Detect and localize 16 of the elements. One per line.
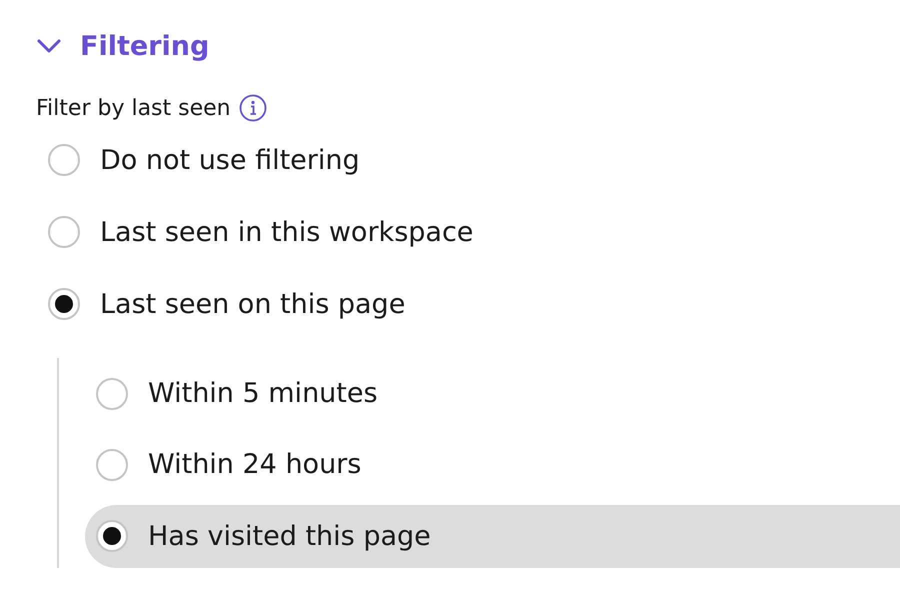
radio-option[interactable]: Last seen on this page <box>36 268 900 340</box>
info-icon[interactable] <box>238 94 267 122</box>
radio-button[interactable] <box>48 288 80 320</box>
radio-option[interactable]: Within 5 minutes <box>59 358 900 430</box>
radio-button[interactable] <box>96 448 128 481</box>
radio-option[interactable]: Within 24 hours <box>59 429 900 501</box>
radio-option[interactable]: Has visited this page <box>85 504 900 568</box>
radio-button[interactable] <box>96 378 128 410</box>
section-header[interactable]: Filtering <box>36 22 210 70</box>
radio-button[interactable] <box>48 216 80 248</box>
filter-label: Filter by last seen <box>36 96 231 120</box>
radio-button[interactable] <box>96 520 128 552</box>
chevron-icon <box>36 38 62 54</box>
radio-option[interactable]: Do not use filtering <box>36 124 900 196</box>
radio-button[interactable] <box>48 144 80 176</box>
radio-option[interactable]: Last seen in this workspace <box>36 196 900 268</box>
